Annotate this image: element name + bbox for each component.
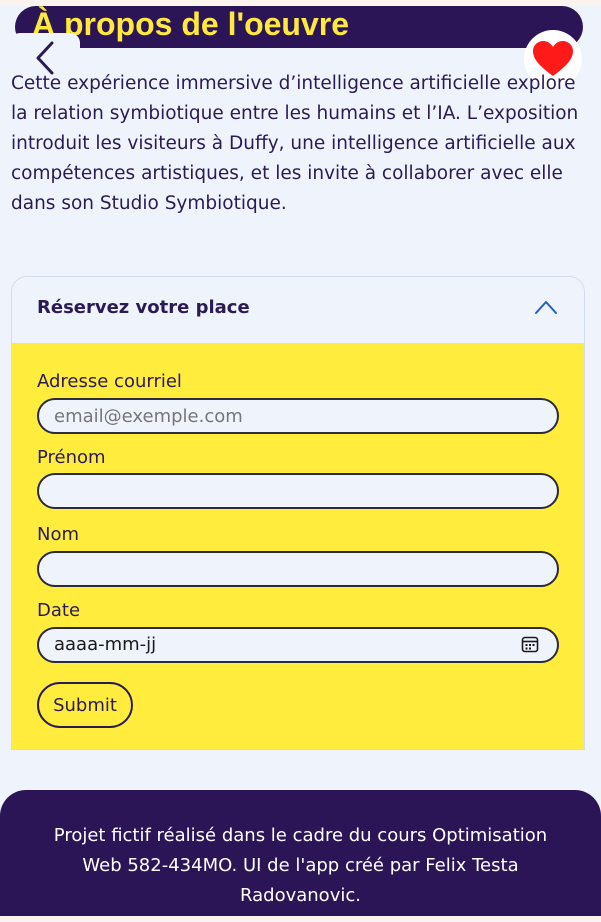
- footer-credits: Projet fictif réalisé dans le cadre du c…: [53, 825, 548, 906]
- email-input[interactable]: [54, 404, 494, 428]
- page-title: À propos de l'oeuvre: [32, 6, 349, 42]
- about-description: Cette expérience immersive d’intelligenc…: [11, 73, 579, 214]
- firstname-field[interactable]: [37, 473, 559, 509]
- title-banner: À propos de l'oeuvre: [15, 6, 583, 48]
- booking-form: Adresse courriel Prénom Nom Date aaaa-mm…: [12, 344, 584, 749]
- calendar-icon[interactable]: [521, 635, 539, 653]
- lastname-field[interactable]: [37, 551, 559, 587]
- bottom-edge: [0, 916, 601, 922]
- firstname-input[interactable]: [54, 479, 494, 503]
- chevron-up-icon: [535, 301, 557, 314]
- booking-title: Réservez votre place: [37, 297, 250, 318]
- date-label: Date: [37, 600, 81, 621]
- email-field[interactable]: [37, 398, 559, 434]
- lastname-label: Nom: [37, 524, 80, 545]
- submit-button[interactable]: Submit: [37, 682, 133, 728]
- date-value: aaaa-mm-jj: [54, 634, 157, 655]
- booking-accordion-header[interactable]: Réservez votre place: [12, 277, 584, 344]
- footer: Projet fictif réalisé dans le cadre du c…: [0, 790, 601, 922]
- booking-accordion: Réservez votre place Adresse courriel Pr…: [11, 276, 585, 750]
- firstname-label: Prénom: [37, 447, 106, 468]
- date-field[interactable]: aaaa-mm-jj: [37, 627, 559, 663]
- email-label: Adresse courriel: [37, 371, 182, 392]
- lastname-input[interactable]: [54, 557, 494, 581]
